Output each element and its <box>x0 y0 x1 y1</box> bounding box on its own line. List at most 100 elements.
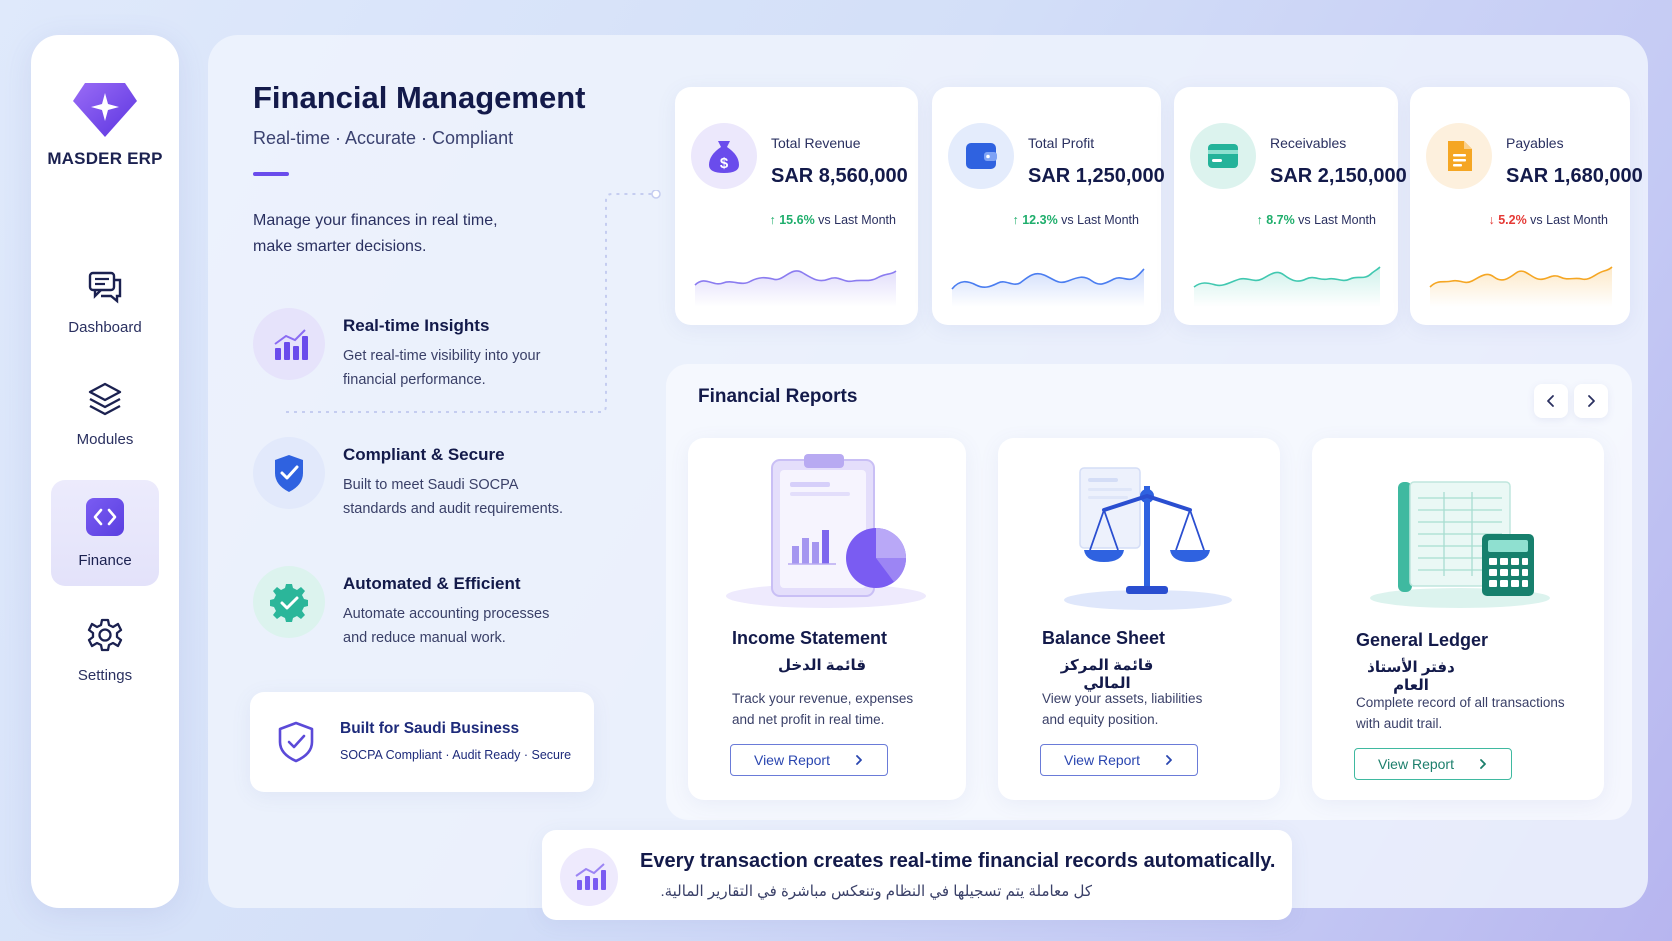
next-button[interactable] <box>1574 384 1608 418</box>
page-subtitle: Real-time · Accurate · Compliant <box>253 128 514 148</box>
sidebar-item-modules[interactable]: Modules <box>51 359 159 465</box>
sidebar-item-label: Dashboard <box>68 319 142 336</box>
report-desc-line: and equity position. <box>1042 712 1159 727</box>
realtime-records-banner: Every transaction creates real-time fina… <box>542 830 1292 920</box>
brand-name: MASDER ERP <box>47 149 163 168</box>
kpi-change: ↑ 15.6% vs Last Month <box>770 213 897 227</box>
sidebar-item-finance[interactable]: Finance <box>51 480 159 586</box>
report-desc: Complete record of all transactions with… <box>1356 692 1596 734</box>
feature-realtime-insights: Real-time Insights Get real-time visibil… <box>253 308 613 398</box>
report-desc: View your assets, liabilities and equity… <box>1042 688 1272 730</box>
chevron-right-icon <box>856 755 862 765</box>
report-title-arabic: قائمة الدخل <box>777 657 867 674</box>
saudi-card-title: Built for Saudi Business <box>340 720 520 737</box>
arrow-up-icon: ↑ <box>1256 213 1263 227</box>
view-report-button-balance[interactable]: View Report <box>1040 744 1198 776</box>
kpi-change-pct: 8.7% <box>1266 213 1295 227</box>
report-title: General Ledger <box>1356 630 1489 650</box>
kpi-change-suffix: vs Last Month <box>1298 213 1376 227</box>
reports-heading: Financial Reports <box>698 386 858 407</box>
kpi-change: ↑ 12.3% vs Last Month <box>1013 213 1140 227</box>
trend-chart-icon <box>560 848 618 906</box>
arrow-down-icon: ↓ <box>1488 213 1495 227</box>
sparkline-revenue <box>694 270 897 307</box>
feature-desc-line: Built to meet Saudi SOCPA <box>343 477 519 493</box>
feature-desc-line: Get real-time visibility into your <box>343 348 541 364</box>
kpi-value: SAR 8,560,000 <box>771 165 908 187</box>
report-card-general-ledger[interactable]: General Ledger دفتر الأستاذ العام Comple… <box>1312 438 1604 800</box>
title-underline <box>253 172 289 176</box>
balance-scale-illustration <box>1064 467 1232 610</box>
chevron-right-icon <box>1480 759 1486 769</box>
report-title: Balance Sheet <box>1042 628 1166 648</box>
sidebar-item-label: Finance <box>78 552 132 569</box>
kpi-change-pct: 12.3% <box>1022 213 1058 227</box>
report-title: Income Statement <box>732 628 888 648</box>
report-desc-line: with audit trail. <box>1356 716 1443 731</box>
code-brackets-icon <box>86 498 124 536</box>
report-desc-line: and net profit in real time. <box>732 712 885 727</box>
kpi-card-payables[interactable]: Payables SAR 1,680,000 ↓ 5.2% vs Last Mo… <box>1410 87 1643 325</box>
kpi-label: Payables <box>1506 135 1564 151</box>
sparkline-payables <box>1429 266 1613 307</box>
report-desc-line: Track your revenue, expenses <box>732 691 914 706</box>
financial-reports-panel: Financial Reports Income Statement قائمة… <box>666 364 1632 820</box>
report-card-income-statement[interactable]: Income Statement قائمة الدخل Track your … <box>688 438 966 800</box>
kpi-value: SAR 1,250,000 <box>1028 165 1165 187</box>
kpi-label: Receivables <box>1270 135 1347 151</box>
button-label: View Report <box>1063 752 1140 768</box>
saudi-card-subtitle: SOCPA Compliant · Audit Ready · Secure <box>340 748 572 762</box>
document-icon <box>1426 123 1492 189</box>
report-desc-line: View your assets, liabilities <box>1042 691 1203 706</box>
kpi-label: Total Profit <box>1028 135 1095 151</box>
chevron-left-icon <box>1547 395 1554 407</box>
layers-icon <box>88 382 122 416</box>
page-title: Financial Management <box>253 80 586 115</box>
banner-text-arabic: كل معاملة يتم تسجيلها في النظام وتنعكس م… <box>660 883 1092 900</box>
feature-automated-efficient: Automated & Efficient Automate accountin… <box>253 566 613 656</box>
view-report-button-income[interactable]: View Report <box>730 744 888 776</box>
kpi-label: Total Revenue <box>771 135 861 151</box>
view-report-button-ledger[interactable]: View Report <box>1354 748 1512 780</box>
shield-outline-icon <box>278 721 314 763</box>
kpi-change-pct: 5.2% <box>1498 213 1527 227</box>
report-card-balance-sheet[interactable]: Balance Sheet قائمة المركز المالي View y… <box>998 438 1280 800</box>
kpi-card-total-profit[interactable]: Total Profit SAR 1,250,000 ↑ 12.3% vs La… <box>932 87 1165 325</box>
chevron-right-icon <box>1166 755 1172 765</box>
arrow-up-icon: ↑ <box>1012 213 1019 227</box>
prev-button[interactable] <box>1534 384 1568 418</box>
kpi-change-suffix: vs Last Month <box>1061 213 1139 227</box>
sidebar-item-label: Modules <box>76 431 134 448</box>
kpi-card-total-revenue[interactable]: $ Total Revenue SAR 8,560,000 ↑ 15.6% vs… <box>675 87 918 325</box>
report-title-arabic: دفتر الأستاذ العام <box>1367 659 1455 694</box>
feature-title: Real-time Insights <box>343 316 490 335</box>
sidebar-item-label: Settings <box>77 667 133 684</box>
gear-icon <box>87 618 123 652</box>
feature-desc: Built to meet Saudi SOCPA standards and … <box>343 473 593 521</box>
bar-chart-icon <box>253 308 325 380</box>
report-title-arabic: قائمة المركز المالي <box>1060 657 1154 692</box>
feature-desc-line: and reduce manual work. <box>343 630 506 646</box>
feature-desc-line: financial performance. <box>343 372 486 388</box>
kpi-change-suffix: vs Last Month <box>818 213 896 227</box>
card-icon <box>1190 123 1256 189</box>
feature-desc-line: Automate accounting processes <box>343 606 550 622</box>
sidebar-item-dashboard[interactable]: Dashboard <box>51 247 159 353</box>
kpi-change: ↓ 5.2% vs Last Month <box>1488 213 1608 227</box>
feature-desc: Automate accounting processes and reduce… <box>343 602 593 650</box>
sidebar-item-settings[interactable]: Settings <box>51 595 159 701</box>
diamond-logo-icon <box>73 83 137 137</box>
sparkline-profit <box>951 268 1145 307</box>
report-desc: Track your revenue, expenses and net pro… <box>732 688 942 730</box>
chevron-right-icon <box>1588 395 1595 407</box>
kpi-change: ↑ 8.7% vs Last Month <box>1256 213 1376 227</box>
button-label: View Report <box>753 752 830 768</box>
report-desc-line: Complete record of all transactions <box>1356 695 1565 710</box>
feature-desc: Get real-time visibility into your finan… <box>343 344 593 392</box>
sparkline-receivables <box>1193 266 1381 307</box>
feature-desc-line: standards and audit requirements. <box>343 501 564 517</box>
feature-title: Compliant & Secure <box>343 445 505 464</box>
button-label: View Report <box>1377 756 1454 772</box>
kpi-value: SAR 1,680,000 <box>1506 165 1643 187</box>
kpi-card-receivables[interactable]: Receivables SAR 2,150,000 ↑ 8.7% vs Last… <box>1174 87 1407 325</box>
